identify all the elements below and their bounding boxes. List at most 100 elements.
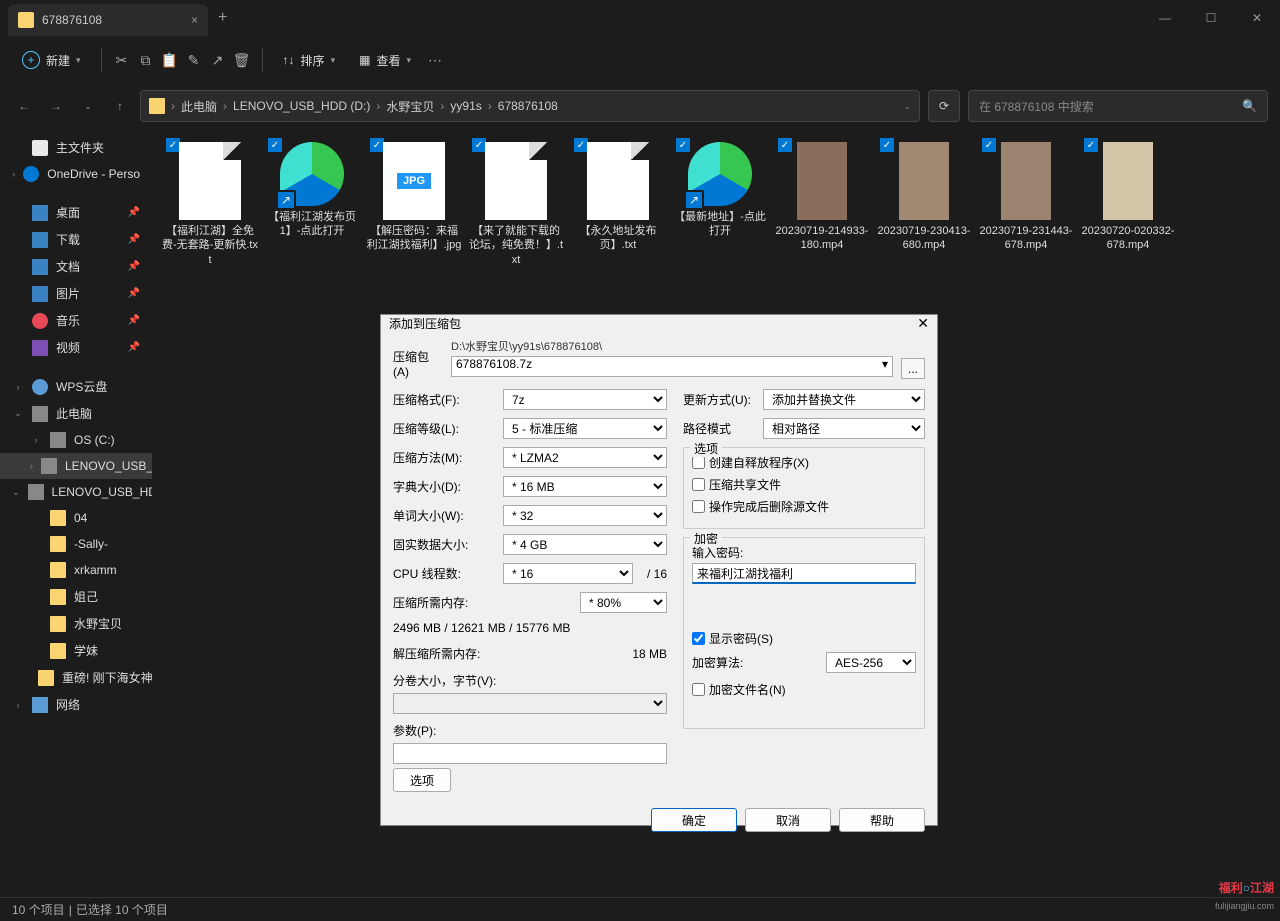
sidebar-videos[interactable]: 视频📌 <box>0 334 152 361</box>
file-item[interactable]: ✓20230719-230413-680.mp4 <box>874 136 974 272</box>
crumb[interactable]: 678876108 <box>498 99 558 113</box>
forward-button[interactable]: → <box>44 94 68 118</box>
password-input[interactable] <box>692 563 916 584</box>
delete-icon[interactable]: 🗑 <box>232 50 252 70</box>
sidebar-folder[interactable]: 04 <box>0 505 152 531</box>
crumb[interactable]: 此电脑 <box>181 98 217 115</box>
sidebar-folder[interactable]: 水野宝贝 <box>0 610 152 637</box>
view-button[interactable]: ▦ 查看 ▾ <box>349 46 421 75</box>
close-tab-icon[interactable]: × <box>191 13 198 27</box>
sidebar-folder[interactable]: 姐己 <box>0 583 152 610</box>
address-bar[interactable]: ›此电脑 ›LENOVO_USB_HDD (D:) ›水野宝贝 ›yy91s ›… <box>140 90 920 122</box>
crumb[interactable]: LENOVO_USB_HDD (D:) <box>233 99 370 113</box>
paste-icon[interactable]: 📋 <box>160 50 180 70</box>
mem-compress-value: 2496 MB / 12621 MB / 15776 MB <box>393 621 667 635</box>
sidebar-wps[interactable]: ›WPS云盘 <box>0 373 152 400</box>
help-button[interactable]: 帮助 <box>839 808 925 832</box>
options-button[interactable]: 选项 <box>393 768 451 792</box>
mem-select[interactable]: * 80% <box>580 592 667 613</box>
sidebar-network[interactable]: ›网络 <box>0 691 152 718</box>
sidebar-folder[interactable]: 重磅! 刚下海女神 <box>0 664 152 691</box>
toolbar: +新建▾ ✂ ⧉ 📋 ✎ ↗ 🗑 ↑↓ 排序 ▾ ▦ 查看 ▾ ⋯ <box>0 36 1280 84</box>
search-icon: 🔍 <box>1242 99 1257 113</box>
level-select[interactable]: 5 - 标准压缩 <box>503 418 667 439</box>
browse-button[interactable]: ... <box>901 358 925 379</box>
selection-count: 已选择 10 个项目 <box>76 901 168 918</box>
sidebar-osc[interactable]: ›OS (C:) <box>0 427 152 453</box>
file-item[interactable]: ✓↗【福利江湖发布页1】-点此打开 <box>262 136 362 272</box>
sidebar: 主文件夹 ›OneDrive - Perso 桌面📌 下载📌 文档📌 图片📌 音… <box>0 128 152 897</box>
sidebar-pc[interactable]: ⌄此电脑 <box>0 400 152 427</box>
close-icon[interactable]: ✕ <box>917 315 929 332</box>
file-item[interactable]: ✓【福利江湖】全免费-无套路-更新快.txt <box>160 136 260 272</box>
solid-select[interactable]: * 4 GB <box>503 534 667 555</box>
more-icon[interactable]: ⋯ <box>425 50 445 70</box>
navbar: ← → ⌄ ↑ ›此电脑 ›LENOVO_USB_HDD (D:) ›水野宝贝 … <box>0 84 1280 128</box>
maximize-button[interactable]: ☐ <box>1188 0 1234 36</box>
folder-icon <box>18 12 34 28</box>
file-item[interactable]: ✓JPG【解压密码：来福利江湖找福利】.jpg <box>364 136 464 272</box>
cancel-button[interactable]: 取消 <box>745 808 831 832</box>
watermark-sub: fulijiangjiu.com <box>1215 901 1274 911</box>
sidebar-downloads[interactable]: 下载📌 <box>0 226 152 253</box>
file-item[interactable]: ✓20230719-214933-180.mp4 <box>772 136 872 272</box>
recent-button[interactable]: ⌄ <box>76 94 100 118</box>
file-item[interactable]: ✓【永久地址发布页】.txt <box>568 136 668 272</box>
up-button[interactable]: ↑ <box>108 94 132 118</box>
window-tab[interactable]: 678876108 × <box>8 4 208 36</box>
copy-icon[interactable]: ⧉ <box>136 50 156 70</box>
update-select[interactable]: 添加并替换文件 <box>763 389 925 410</box>
word-select[interactable]: * 32 <box>503 505 667 526</box>
ok-button[interactable]: 确定 <box>651 808 737 832</box>
shared-checkbox[interactable] <box>692 478 705 491</box>
params-input[interactable] <box>393 743 667 764</box>
archive-name-combo[interactable]: 678876108.7z▾ <box>451 356 893 377</box>
sidebar-documents[interactable]: 文档📌 <box>0 253 152 280</box>
dialog-title: 添加到压缩包 <box>389 315 461 332</box>
delete-checkbox[interactable] <box>692 500 705 513</box>
minimize-button[interactable]: — <box>1142 0 1188 36</box>
item-count: 10 个项目 <box>12 901 65 918</box>
encnames-checkbox[interactable] <box>692 683 705 696</box>
sidebar-music[interactable]: 音乐📌 <box>0 307 152 334</box>
method-select[interactable]: * LZMA2 <box>503 447 667 468</box>
sidebar-usbhdd[interactable]: ›LENOVO_USB_H <box>0 453 152 479</box>
sidebar-folder[interactable]: xrkamm <box>0 557 152 583</box>
sfx-checkbox[interactable] <box>692 456 705 469</box>
format-select[interactable]: 7z <box>503 389 667 410</box>
watermark: 福利○江湖 <box>1219 876 1274 897</box>
dialog-titlebar[interactable]: 添加到压缩包 ✕ <box>381 315 937 332</box>
sidebar-onedrive[interactable]: ›OneDrive - Perso <box>0 161 152 187</box>
close-button[interactable]: ✕ <box>1234 0 1280 36</box>
split-select[interactable] <box>393 693 667 714</box>
rename-icon[interactable]: ✎ <box>184 50 204 70</box>
sidebar-folder[interactable]: 学妹 <box>0 637 152 664</box>
share-icon[interactable]: ↗ <box>208 50 228 70</box>
showpwd-checkbox[interactable] <box>692 632 705 645</box>
back-button[interactable]: ← <box>12 94 36 118</box>
file-item[interactable]: ✓↗【最新地址】-点此打开 <box>670 136 770 272</box>
sidebar-usbhdd2[interactable]: ⌄LENOVO_USB_HD <box>0 479 152 505</box>
tab-title: 678876108 <box>42 13 102 27</box>
cut-icon[interactable]: ✂ <box>112 50 132 70</box>
archive-label: 压缩包(A) <box>393 338 443 379</box>
sidebar-pictures[interactable]: 图片📌 <box>0 280 152 307</box>
new-button[interactable]: +新建▾ <box>12 45 91 75</box>
sidebar-home[interactable]: 主文件夹 <box>0 134 152 161</box>
statusbar: 10 个项目 | 已选择 10 个项目 <box>0 897 1280 921</box>
dict-select[interactable]: * 16 MB <box>503 476 667 497</box>
sidebar-desktop[interactable]: 桌面📌 <box>0 199 152 226</box>
refresh-button[interactable]: ⟳ <box>928 90 960 122</box>
sort-button[interactable]: ↑↓ 排序 ▾ <box>273 46 346 75</box>
file-item[interactable]: ✓20230719-231443-678.mp4 <box>976 136 1076 272</box>
file-item[interactable]: ✓【来了就能下载的论坛，纯免费！】.txt <box>466 136 566 272</box>
sidebar-folder[interactable]: -Sally- <box>0 531 152 557</box>
search-input[interactable]: 在 678876108 中搜索🔍 <box>968 90 1268 122</box>
path-select[interactable]: 相对路径 <box>763 418 925 439</box>
threads-select[interactable]: * 16 <box>503 563 633 584</box>
file-item[interactable]: ✓20230720-020332-678.mp4 <box>1078 136 1178 272</box>
crumb[interactable]: 水野宝贝 <box>386 98 434 115</box>
new-tab-button[interactable]: + <box>218 9 227 27</box>
encmethod-select[interactable]: AES-256 <box>826 652 916 673</box>
crumb[interactable]: yy91s <box>450 99 481 113</box>
